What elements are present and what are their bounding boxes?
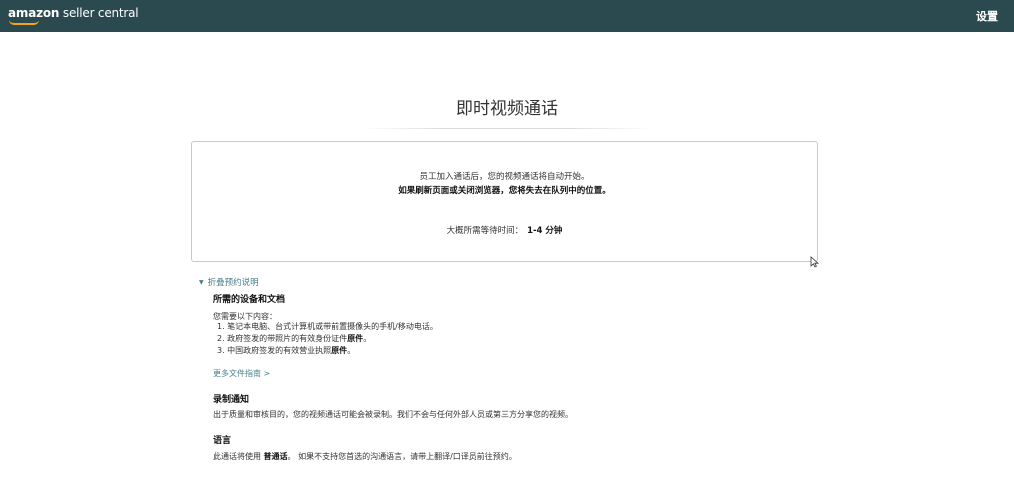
language-text: 此通话将使用 普通话。 如果不支持您首选的沟通语言，请带上翻译/口译员前往预约。 (213, 452, 517, 461)
devices-heading: 所需的设备和文档 (213, 295, 286, 305)
logo-brand: amazon (8, 6, 60, 20)
page-title: 即时视频通话 (456, 99, 558, 119)
recording-heading: 录制通知 (213, 395, 250, 405)
top-bar: amazon seller central 设置 (0, 0, 1014, 32)
list-item: 1. 笔记本电脑、台式计算机或带前置摄像头的手机/移动电话。 (217, 322, 438, 331)
recording-text: 出于质量和审核目的，您的视频通话可能会被录制。我们不会与任何外部人员或第三方分享… (213, 410, 573, 419)
wait-time-value: 1-4 分钟 (527, 226, 563, 236)
wait-time: 大概所需等待时间： 1-4 分钟 (192, 224, 817, 236)
more-document-guide-link[interactable]: 更多文件指南 > (213, 368, 270, 379)
amazon-smile-icon (9, 20, 39, 25)
language-heading: 语言 (213, 436, 232, 446)
collapse-instructions-toggle[interactable]: ▼ 折叠预约说明 (199, 276, 259, 288)
list-item: 2. 政府签发的带照片的有效身份证件原件。 (217, 334, 372, 343)
settings-link[interactable]: 设置 (976, 8, 998, 24)
logo-rest: seller central (59, 6, 139, 20)
status-warning: 如果刷新页面或关闭浏览器，您将失去在队列中的位置。 (398, 186, 611, 196)
caret-down-icon: ▼ (199, 279, 204, 286)
amazon-seller-central-logo[interactable]: amazon seller central (8, 6, 139, 20)
wait-time-label: 大概所需等待时间： (446, 226, 524, 236)
title-divider (362, 128, 652, 129)
list-item: 3. 中国政府签发的有效营业执照原件。 (217, 346, 356, 355)
call-status-panel: 员工加入通话后，您的视频通话将自动开始。 如果刷新页面或关闭浏览器，您将失去在队… (191, 141, 818, 262)
status-message: 员工加入通话后，您的视频通话将自动开始。 (419, 172, 590, 182)
devices-list: 1. 笔记本电脑、台式计算机或带前置摄像头的手机/移动电话。 2. 政府签发的带… (213, 321, 438, 357)
mouse-pointer-icon (810, 256, 820, 268)
collapse-toggle-label: 折叠预约说明 (207, 278, 259, 288)
